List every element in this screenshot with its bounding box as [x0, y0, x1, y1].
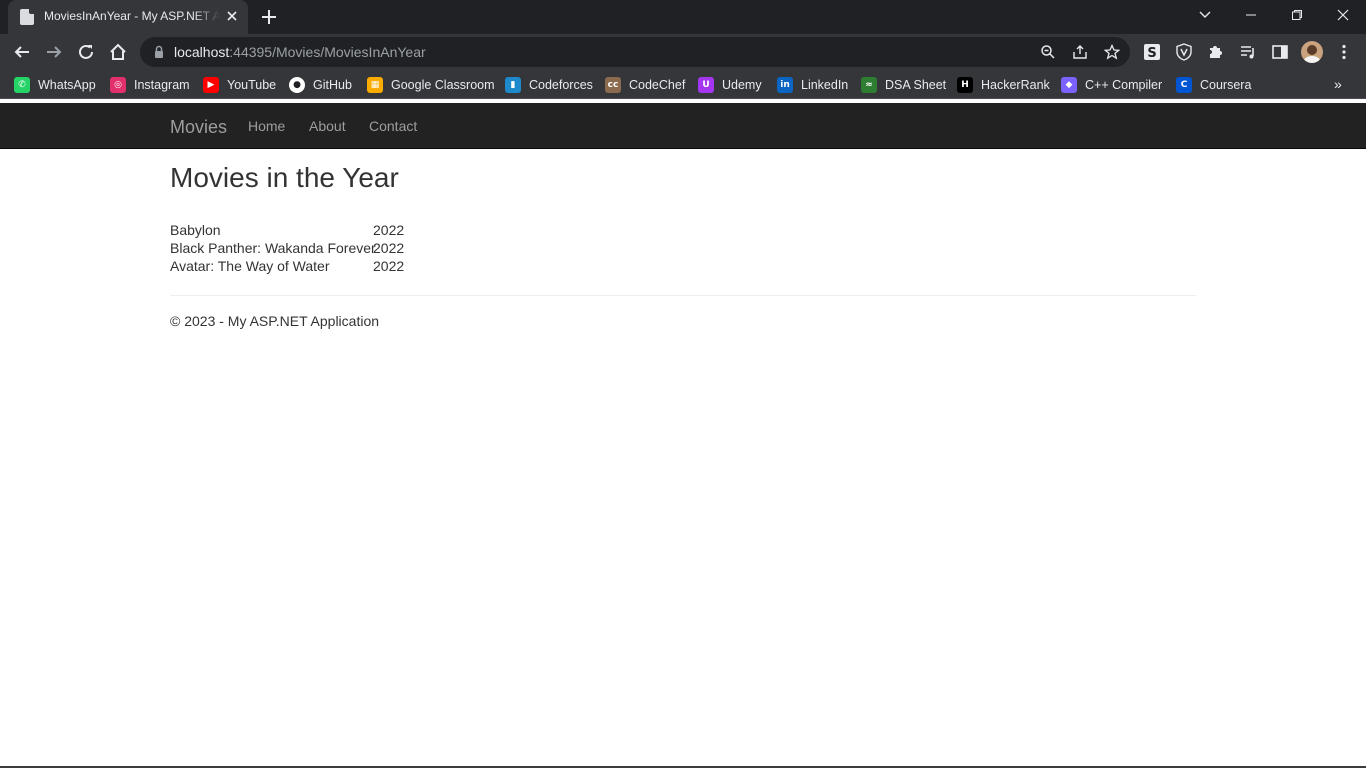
codechef-icon: cc [605, 77, 621, 93]
bookmark-label: Codeforces [529, 78, 593, 92]
footer-copyright: © 2023 - My ASP.NET Application [170, 313, 380, 329]
bookmark-label: YouTube [227, 78, 277, 92]
bookmark-item[interactable]: ≈ DSA Sheet [861, 76, 946, 94]
tab-title: MoviesInAnYear - My ASP.NET Application [44, 9, 220, 23]
footer-divider [170, 295, 1196, 296]
bookmark-label: C++ Compiler [1085, 78, 1163, 92]
bookmark-label: DSA Sheet [885, 78, 947, 92]
movie-name: Black Panther: Wakanda Forever [170, 240, 376, 256]
movie-name: Babylon [170, 222, 221, 238]
bookmarks-bar: » ✆ WhatsApp ◎ Instagram ▶ YouTube ● GitHub ▦ Goo… [0, 70, 1366, 99]
svg-text:S: S [1147, 46, 1156, 61]
more-bookmarks-icon[interactable]: » [1334, 76, 1352, 94]
hackerrank-icon: H [957, 77, 973, 93]
movie-year: 2022 [373, 258, 405, 274]
close-window-icon[interactable] [1320, 0, 1366, 30]
home-icon[interactable] [104, 38, 132, 66]
udemy-icon: U [698, 77, 714, 93]
bookmark-label: GitHub [313, 78, 352, 92]
whatsapp-icon: ✆ [14, 77, 30, 93]
profile-avatar[interactable] [1301, 41, 1323, 63]
movie-row: Black Panther: Wakanda Forever 2022 [170, 240, 430, 258]
bookmark-label: LinkedIn [801, 78, 849, 92]
bookmark-item[interactable]: ▶ YouTube [203, 76, 276, 94]
side-panel-icon[interactable] [1266, 38, 1294, 66]
movie-row: Avatar: The Way of Water 2022 [170, 258, 430, 276]
movie-name: Avatar: The Way of Water [170, 258, 330, 274]
back-icon[interactable] [8, 38, 36, 66]
nav-home-link[interactable]: Home [248, 118, 285, 134]
lock-icon[interactable] [152, 45, 166, 59]
site-brand-link[interactable]: Movies [170, 117, 227, 138]
url-text[interactable]: localhost:44395/Movies/MoviesInAnYear [174, 44, 426, 60]
bookmark-label: HackerRank [981, 78, 1050, 92]
restore-icon[interactable] [1274, 0, 1320, 30]
bookmark-label: CodeChef [629, 78, 686, 92]
page-favicon-icon [20, 9, 34, 25]
bookmark-item[interactable]: ▮ Codeforces [505, 76, 593, 94]
movie-year: 2022 [373, 240, 405, 256]
share-icon[interactable] [1070, 42, 1090, 62]
media-queue-icon[interactable] [1234, 38, 1262, 66]
youtube-icon: ▶ [203, 77, 219, 93]
nav-contact-link[interactable]: Contact [369, 118, 417, 134]
bookmark-label: Coursera [1200, 78, 1252, 92]
compiler-icon: ◆ [1061, 77, 1077, 93]
tab-search-icon[interactable] [1182, 0, 1228, 30]
forward-icon[interactable] [40, 38, 68, 66]
coursera-icon: C [1176, 77, 1192, 93]
shield-extension-icon[interactable] [1170, 38, 1198, 66]
nav-about-link[interactable]: About [309, 118, 346, 134]
bookmark-item[interactable]: U Udemy [698, 76, 762, 94]
bookmark-label: Udemy [722, 78, 762, 92]
linkedin-icon: in [777, 77, 793, 93]
bookmark-item[interactable]: ◎ Instagram [110, 76, 190, 94]
menu-kebab-icon[interactable] [1330, 38, 1358, 66]
bookmark-item[interactable]: ● GitHub [289, 76, 352, 94]
zoom-icon[interactable] [1038, 42, 1058, 62]
codeforces-icon: ▮ [505, 77, 521, 93]
bookmark-item[interactable]: C Coursera [1176, 76, 1251, 94]
browser-titlebar: MoviesInAnYear - My ASP.NET Application [0, 0, 1366, 34]
new-tab-icon[interactable] [258, 6, 280, 28]
instagram-icon: ◎ [110, 77, 126, 93]
extensions-puzzle-icon[interactable] [1202, 38, 1230, 66]
bookmark-label: Instagram [134, 78, 190, 92]
address-bar[interactable]: localhost:44395/Movies/MoviesInAnYear [140, 37, 1130, 67]
github-icon: ● [289, 77, 305, 93]
bookmark-item[interactable]: in LinkedIn [777, 76, 848, 94]
bookmark-item[interactable]: ✆ WhatsApp [14, 76, 96, 94]
dsa-sheet-icon: ≈ [861, 77, 877, 93]
minimize-icon[interactable] [1228, 0, 1274, 30]
bookmark-item[interactable]: cc CodeChef [605, 76, 685, 94]
browser-tab-active[interactable]: MoviesInAnYear - My ASP.NET Application [8, 0, 248, 34]
bookmark-item[interactable]: ◆ C++ Compiler [1061, 76, 1162, 94]
browser-toolbar: localhost:44395/Movies/MoviesInAnYear S [0, 34, 1366, 70]
bookmark-item[interactable]: ▦ Google Classroom [367, 76, 495, 94]
reload-icon[interactable] [72, 38, 100, 66]
movie-year: 2022 [373, 222, 405, 238]
site-navbar: Movies Home About Contact [0, 103, 1366, 149]
classroom-icon: ▦ [367, 77, 383, 93]
bookmark-star-icon[interactable] [1102, 42, 1122, 62]
page-title: Movies in the Year [170, 162, 399, 193]
bookmark-label: WhatsApp [38, 78, 96, 92]
movie-row: Babylon 2022 [170, 222, 430, 240]
bookmark-label: Google Classroom [391, 78, 495, 92]
close-tab-icon[interactable] [224, 8, 240, 24]
extension-s-icon[interactable]: S [1138, 38, 1166, 66]
bookmark-item[interactable]: H HackerRank [957, 76, 1050, 94]
